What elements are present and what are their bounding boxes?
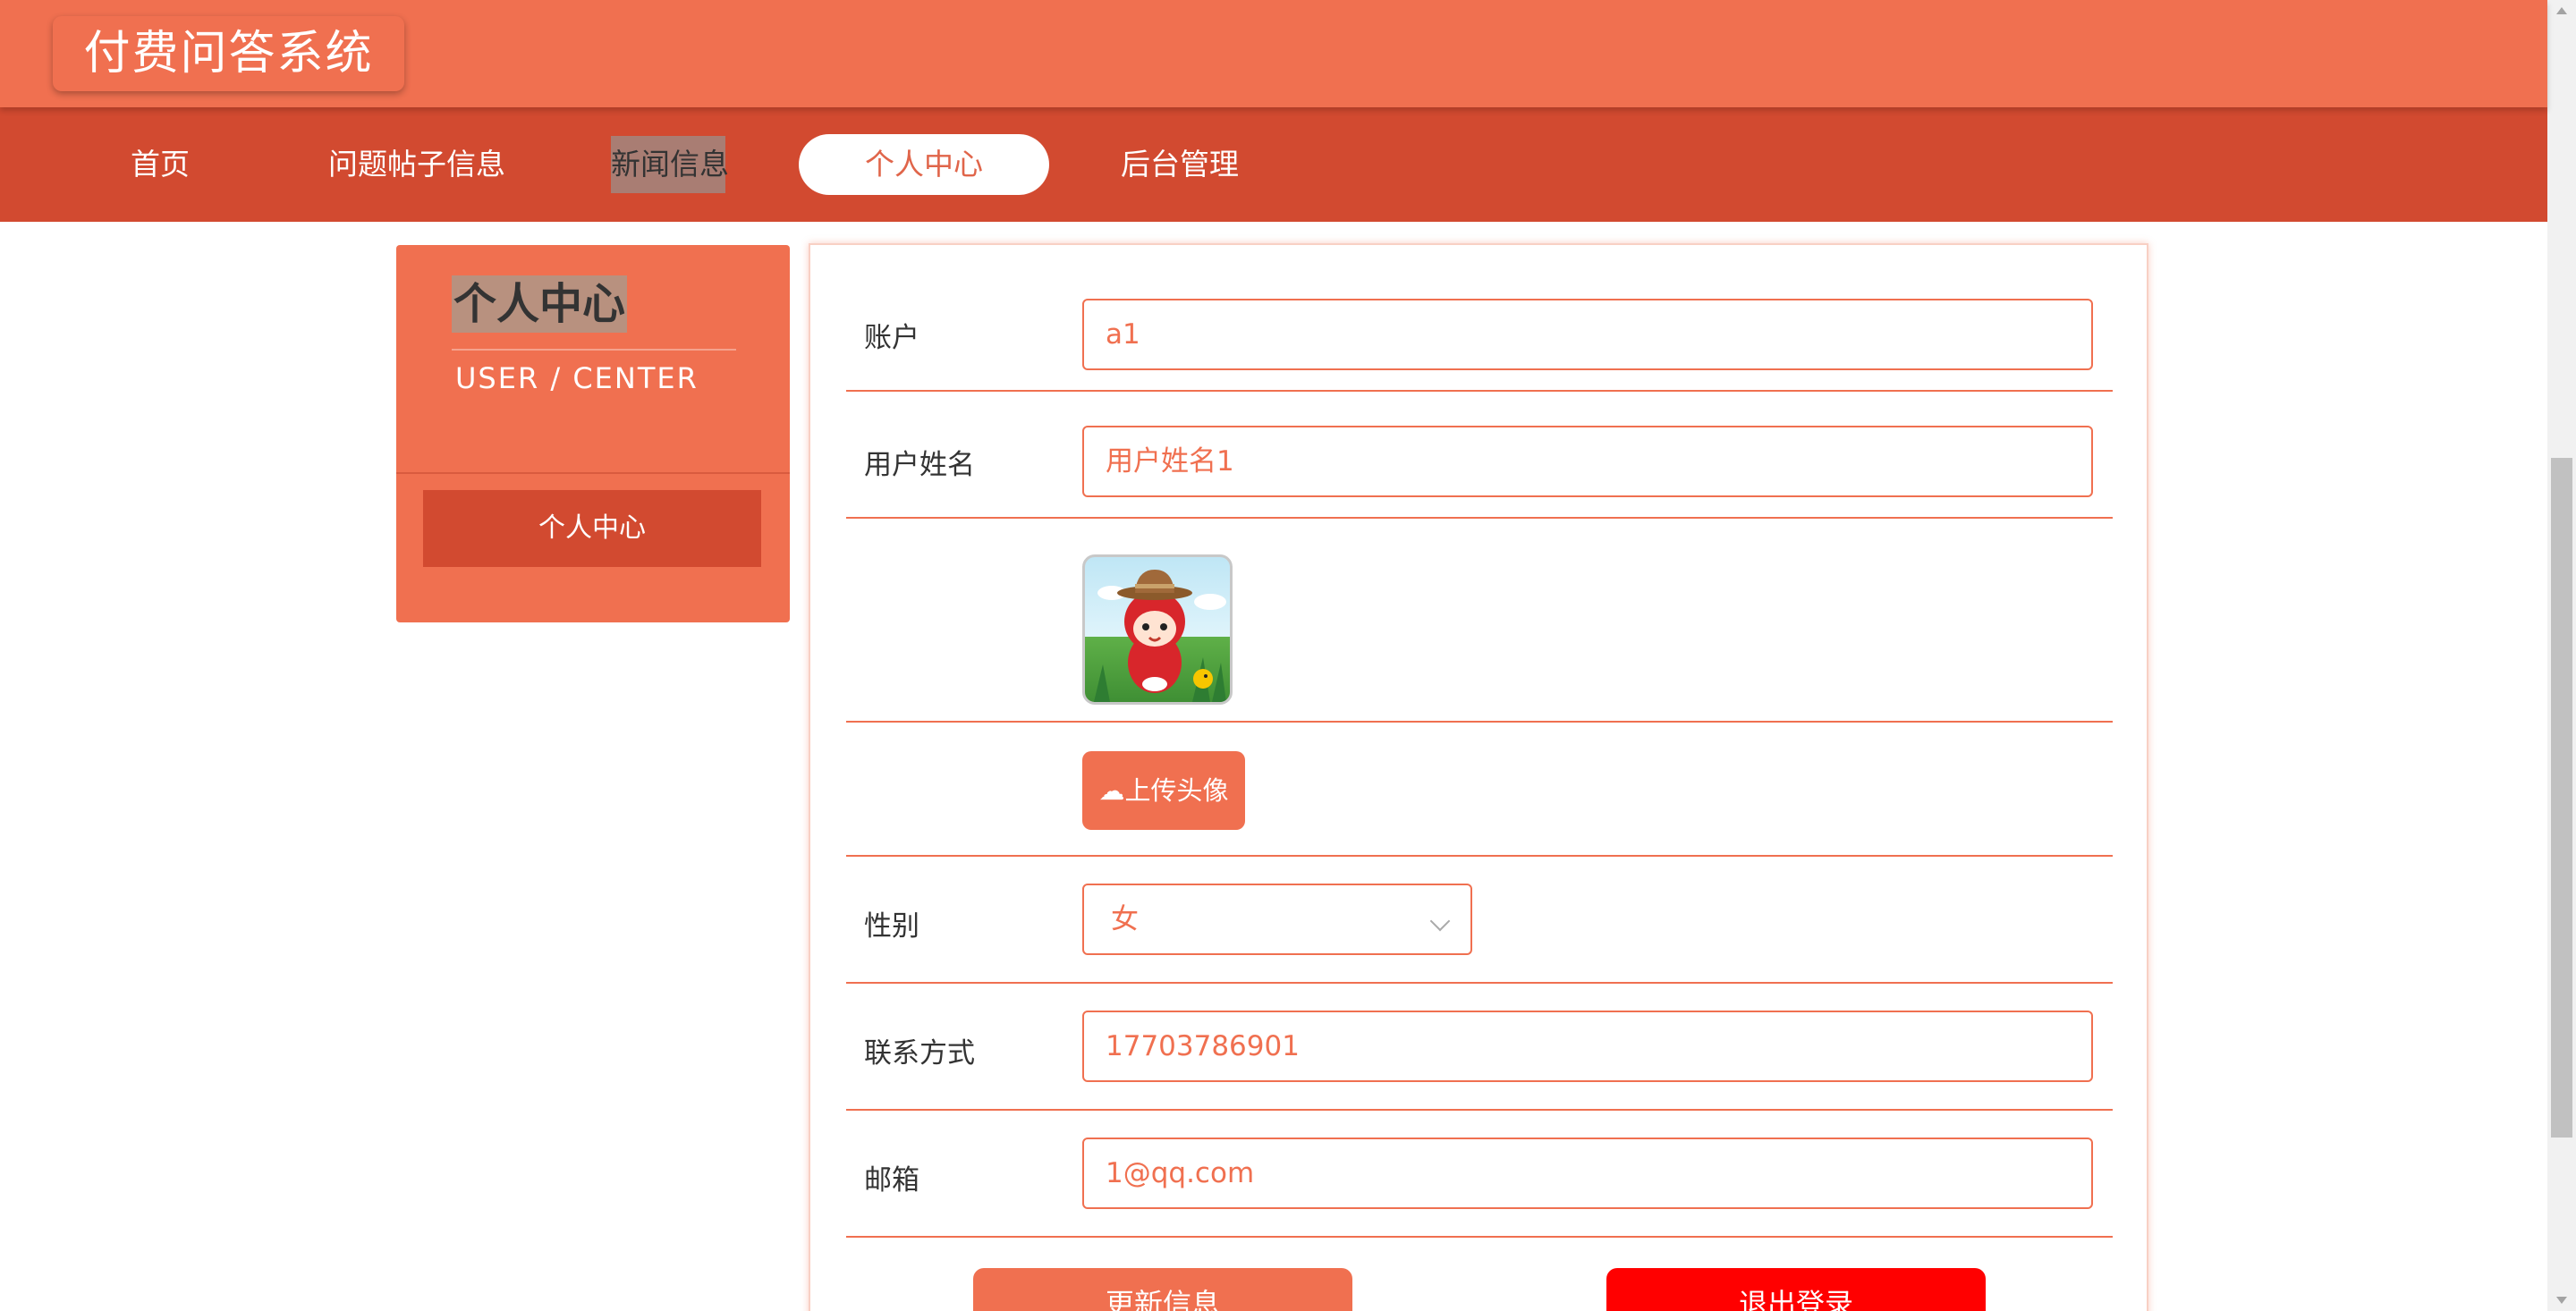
account-row: 账户 a1 xyxy=(846,245,2113,392)
scroll-down-arrow-icon[interactable] xyxy=(2556,1297,2567,1304)
nav-item-admin[interactable]: 后台管理 xyxy=(1113,134,1247,195)
nav-item-home[interactable]: 首页 xyxy=(122,134,199,195)
nav-item-user-center[interactable]: 个人中心 xyxy=(799,134,1049,195)
name-row: 用户姓名 用户姓名1 xyxy=(846,392,2113,519)
email-row: 邮箱 1@qq.com xyxy=(846,1111,2113,1238)
sidebar-divider xyxy=(396,472,790,474)
phone-row: 联系方式 17703786901 xyxy=(846,984,2113,1111)
vertical-scrollbar[interactable] xyxy=(2547,0,2576,1311)
sidebar-subtitle: USER / CENTER xyxy=(455,361,699,395)
scroll-up-arrow-icon[interactable] xyxy=(2556,7,2567,14)
account-label: 账户 xyxy=(864,322,919,354)
logout-button[interactable]: 退出登录 xyxy=(1606,1268,1986,1311)
gender-selected-value: 女 xyxy=(1111,903,1139,935)
sidebar-title-divider xyxy=(452,349,736,351)
phone-field[interactable]: 17703786901 xyxy=(1082,1011,2093,1082)
sidebar: 个人中心 USER / CENTER 个人中心 xyxy=(396,245,790,622)
email-field[interactable]: 1@qq.com xyxy=(1082,1138,2093,1209)
upload-avatar-label: 上传头像 xyxy=(1124,775,1229,806)
email-label: 邮箱 xyxy=(864,1164,919,1197)
site-title[interactable]: 付费问答系统 xyxy=(53,16,404,91)
cartoon-avatar-icon xyxy=(1094,570,1226,702)
update-info-button[interactable]: 更新信息 xyxy=(973,1268,1352,1311)
avatar-row xyxy=(846,519,2113,723)
main-nav: 首页 问题帖子信息 新闻信息 个人中心 后台管理 xyxy=(0,107,2547,222)
avatar xyxy=(1082,554,1233,705)
chevron-down-icon xyxy=(1429,910,1451,932)
account-field[interactable]: a1 xyxy=(1082,299,2093,370)
gender-row: 性别 女 xyxy=(846,857,2113,984)
gender-select[interactable]: 女 xyxy=(1082,884,1472,955)
nav-item-news[interactable]: 新闻信息 xyxy=(611,136,729,193)
profile-form-card: 账户 a1 用户姓名 用户姓名1 ☁上传头像 性别 女 联系方式 1770378… xyxy=(809,243,2148,1311)
gender-label: 性别 xyxy=(864,910,919,943)
nav-item-question-posts[interactable]: 问题帖子信息 xyxy=(324,134,510,195)
scrollbar-thumb[interactable] xyxy=(2551,458,2572,1138)
name-field[interactable]: 用户姓名1 xyxy=(1082,426,2093,497)
upload-row: ☁上传头像 xyxy=(846,723,2113,857)
sidebar-item-user-center[interactable]: 个人中心 xyxy=(423,490,761,567)
name-label: 用户姓名 xyxy=(864,449,975,481)
phone-label: 联系方式 xyxy=(864,1037,975,1070)
sidebar-title: 个人中心 xyxy=(452,275,628,333)
header: 付费问答系统 xyxy=(0,0,2547,107)
upload-avatar-button[interactable]: ☁上传头像 xyxy=(1082,751,1245,830)
cloud-upload-icon: ☁ xyxy=(1098,775,1125,806)
